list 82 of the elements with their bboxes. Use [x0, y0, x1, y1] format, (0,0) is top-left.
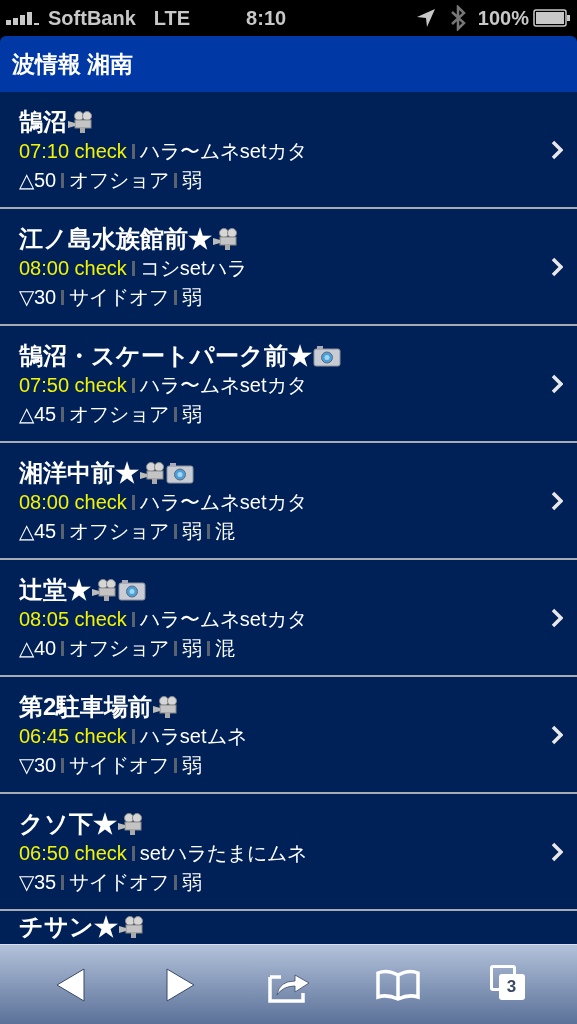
video-camera-icon	[152, 694, 179, 719]
spot-name: クソ下★	[19, 808, 117, 839]
condition-text: ▽30	[19, 753, 57, 778]
spot-row[interactable]: 江ノ島水族館前★ 08:00 check コシsetハラ ▽30 サイドオフ 弱	[0, 209, 577, 326]
spot-row[interactable]: 湘洋中前★ 08:00 check ハラ〜ムネsetカタ △45 オフショア 弱 混	[0, 443, 577, 560]
condition-text: 弱	[182, 519, 203, 544]
condition-text: 弱	[182, 402, 203, 427]
chevron-icon	[551, 256, 563, 277]
condition-text: △40	[19, 636, 57, 661]
condition-text: 弱	[182, 168, 203, 193]
chevron-icon	[551, 607, 563, 628]
spot-name: 湘洋中前★	[19, 457, 139, 488]
spot-name: 江ノ島水族館前★	[19, 223, 212, 254]
check-time: 08:05 check	[19, 607, 127, 632]
spot-name: チサン★	[19, 912, 118, 942]
condition-text: 混	[215, 636, 236, 661]
location-icon	[415, 8, 436, 28]
battery-percent: 100%	[477, 6, 529, 31]
condition-text: サイドオフ	[69, 285, 170, 310]
video-camera-icon	[117, 811, 143, 836]
camera-icon	[166, 461, 194, 484]
check-time: 06:45 check	[19, 724, 127, 749]
chevron-icon	[551, 724, 563, 745]
chevron-icon	[551, 139, 563, 160]
condition-text: 弱	[182, 870, 203, 895]
carrier-name: SoftBank	[48, 6, 136, 31]
condition-text: オフショア	[69, 519, 170, 544]
spot-row[interactable]: 辻堂★ 08:05 check ハラ〜ムネsetカタ △40 オフショア 弱 混	[0, 560, 577, 677]
wave-size: ハラ〜ムネsetカタ	[139, 607, 307, 632]
camera-icon	[313, 344, 341, 367]
condition-text: △45	[19, 519, 57, 544]
condition-text: 弱	[182, 285, 203, 310]
wave-size: setハラたまにムネ	[139, 841, 307, 866]
header-title: 波情報 湘南	[12, 49, 134, 79]
condition-text: 混	[215, 519, 236, 544]
wave-size: コシsetハラ	[139, 256, 247, 281]
clock-time: 8:10	[246, 6, 287, 31]
battery-icon	[533, 9, 571, 27]
check-time: 08:00 check	[19, 256, 127, 281]
wave-size: ハラ〜ムネsetカタ	[139, 490, 307, 515]
spot-row[interactable]: 鵠沼 07:10 check ハラ〜ムネsetカタ △50 オフショア 弱	[0, 92, 577, 209]
network-type: LTE	[153, 6, 191, 31]
condition-text: △45	[19, 402, 57, 427]
video-camera-icon	[118, 915, 144, 939]
wave-size: ハラ〜ムネsetカタ	[139, 139, 307, 164]
chevron-icon	[551, 373, 563, 394]
condition-text: オフショア	[69, 168, 170, 193]
tabs-button[interactable]: 3	[471, 959, 542, 1010]
spot-row[interactable]: クソ下★ 06:50 check setハラたまにムネ ▽35 サイドオフ 弱	[0, 794, 577, 911]
wave-size: ハラsetムネ	[139, 724, 247, 749]
check-time: 08:00 check	[19, 490, 127, 515]
spot-name: 鵠沼・スケートパーク前★	[19, 340, 312, 371]
condition-text: オフショア	[69, 636, 170, 661]
condition-text: ▽35	[19, 870, 57, 895]
video-camera-icon	[212, 226, 238, 251]
bluetooth-icon	[449, 5, 466, 31]
spot-name: 辻堂★	[19, 574, 91, 605]
spot-row[interactable]: 鵠沼・スケートパーク前★ 07:50 check ハラ〜ムネsetカタ △45 オフショア 弱	[0, 326, 577, 443]
back-icon	[55, 967, 86, 1002]
condition-text: オフショア	[69, 402, 170, 427]
forward-icon	[164, 967, 195, 1002]
camera-icon	[118, 578, 146, 601]
spot-name: 鵠沼	[19, 106, 67, 137]
check-time: 06:50 check	[19, 841, 127, 866]
spot-name: 第2駐車場前	[19, 691, 153, 722]
video-camera-icon	[91, 577, 117, 602]
video-camera-icon	[139, 460, 165, 485]
condition-text: サイドオフ	[69, 870, 170, 895]
spot-row[interactable]: 第2駐車場前 06:45 check ハラsetムネ ▽30 サイドオフ 弱	[0, 677, 577, 794]
check-time: 07:50 check	[19, 373, 127, 398]
condition-text: サイドオフ	[69, 753, 170, 778]
condition-text: 弱	[182, 636, 203, 661]
condition-text: 弱	[182, 753, 203, 778]
condition-text: ▽30	[19, 285, 57, 310]
condition-text: △50	[19, 168, 57, 193]
chevron-icon	[551, 841, 563, 862]
bookmarks-icon	[374, 968, 421, 1001]
chevron-icon	[551, 490, 563, 511]
check-time: 07:10 check	[19, 139, 127, 164]
wave-size: ハラ〜ムネsetカタ	[139, 373, 307, 398]
tab-count: 3	[498, 973, 525, 1000]
video-camera-icon	[67, 109, 93, 134]
